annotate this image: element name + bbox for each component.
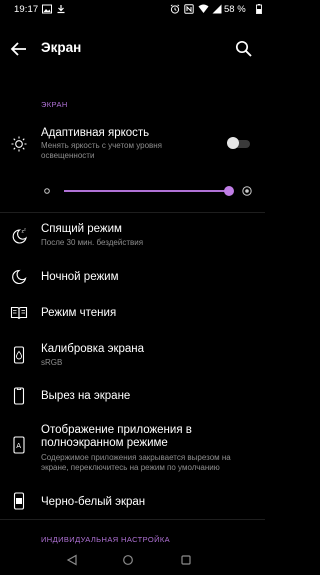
- adaptive-brightness-subtitle-line2: освещенности: [41, 151, 95, 160]
- phone-cutout-icon: [13, 387, 25, 405]
- reading-mode-row[interactable]: Режим чтения: [0, 300, 265, 330]
- signal-icon: [212, 4, 222, 14]
- sleep-subtitle: После 30 мин. бездействия: [41, 238, 144, 247]
- download-notification-icon: [57, 5, 65, 14]
- status-bar: 19:17 58 %: [0, 0, 265, 20]
- wifi-icon: [198, 4, 209, 13]
- night-mode-icon: [12, 269, 27, 285]
- adaptive-brightness-title: Адаптивная яркость: [41, 127, 150, 139]
- fullscreen-apps-subtitle-line1: Содержимое приложения закрывается вырезо…: [41, 453, 231, 462]
- phone-monochrome-icon: [13, 492, 25, 510]
- screen-calibration-row[interactable]: Калибровка экрана sRGB: [0, 338, 265, 374]
- status-time: 19:17: [14, 4, 39, 15]
- reading-mode-title: Режим чтения: [41, 307, 117, 319]
- night-mode-row[interactable]: Ночной режим: [0, 264, 265, 294]
- battery-icon: [256, 4, 262, 14]
- adaptive-brightness-subtitle-line1: Менять яркость с учетом уровня: [41, 141, 163, 150]
- brightness-slider[interactable]: [40, 182, 255, 200]
- image-notification-icon: [42, 4, 52, 14]
- phone-calibration-icon: [13, 346, 25, 364]
- sleep-row[interactable]: z z Спящий режим После 30 мин. бездейств…: [0, 220, 265, 256]
- back-arrow-icon[interactable]: [9, 39, 29, 59]
- phone-fullscreen-icon: A: [13, 436, 25, 454]
- nav-back-icon[interactable]: [66, 554, 78, 566]
- monochrome-screen-title: Черно-белый экран: [41, 496, 146, 508]
- monochrome-screen-row[interactable]: Черно-белый экран: [0, 489, 265, 517]
- screen-calibration-title: Калибровка экрана: [41, 343, 145, 355]
- fullscreen-apps-title-line2: полноэкранном режиме: [41, 437, 168, 449]
- fullscreen-apps-subtitle-line2: экране, переключитесь на режим по умолча…: [41, 463, 220, 472]
- screen-calibration-subtitle: sRGB: [41, 358, 63, 367]
- section-header-display: ЭКРАН: [41, 100, 68, 109]
- search-icon[interactable]: [234, 39, 254, 59]
- slider-track: [64, 190, 230, 192]
- screen-cutout-row[interactable]: Вырез на экране: [0, 383, 265, 413]
- adaptive-brightness-toggle[interactable]: [227, 137, 251, 150]
- brightness-auto-icon: [11, 136, 27, 152]
- screen-cutout-title: Вырез на экране: [41, 390, 131, 402]
- divider: [0, 212, 265, 213]
- reading-book-icon: [10, 306, 28, 320]
- navigation-bar: [0, 545, 265, 575]
- nav-recents-icon[interactable]: [180, 554, 192, 566]
- app-toolbar: Экран: [0, 20, 265, 78]
- alarm-icon: [170, 4, 180, 14]
- toggle-thumb: [227, 137, 239, 149]
- page-title: Экран: [41, 40, 82, 55]
- sleep-moon-icon: z z: [12, 228, 27, 244]
- fullscreen-apps-row[interactable]: A Отображение приложения в полноэкранном…: [0, 420, 265, 486]
- slider-thumb[interactable]: [224, 186, 234, 196]
- fullscreen-apps-title-line1: Отображение приложения в: [41, 424, 192, 436]
- battery-percent: 58 %: [224, 4, 246, 15]
- nav-home-icon[interactable]: [122, 554, 134, 566]
- adaptive-brightness-row[interactable]: Адаптивная яркость Менять яркость с учет…: [0, 120, 265, 170]
- svg-text:A: A: [16, 442, 21, 450]
- sleep-title: Спящий режим: [41, 223, 122, 235]
- nfc-icon: [184, 4, 194, 14]
- night-mode-title: Ночной режим: [41, 271, 119, 283]
- brightness-high-icon: [242, 186, 252, 196]
- section-header-customization: ИНДИВИДУАЛЬНАЯ НАСТРОЙКА: [41, 535, 171, 544]
- svg-text:z: z: [24, 228, 26, 232]
- divider: [0, 519, 265, 520]
